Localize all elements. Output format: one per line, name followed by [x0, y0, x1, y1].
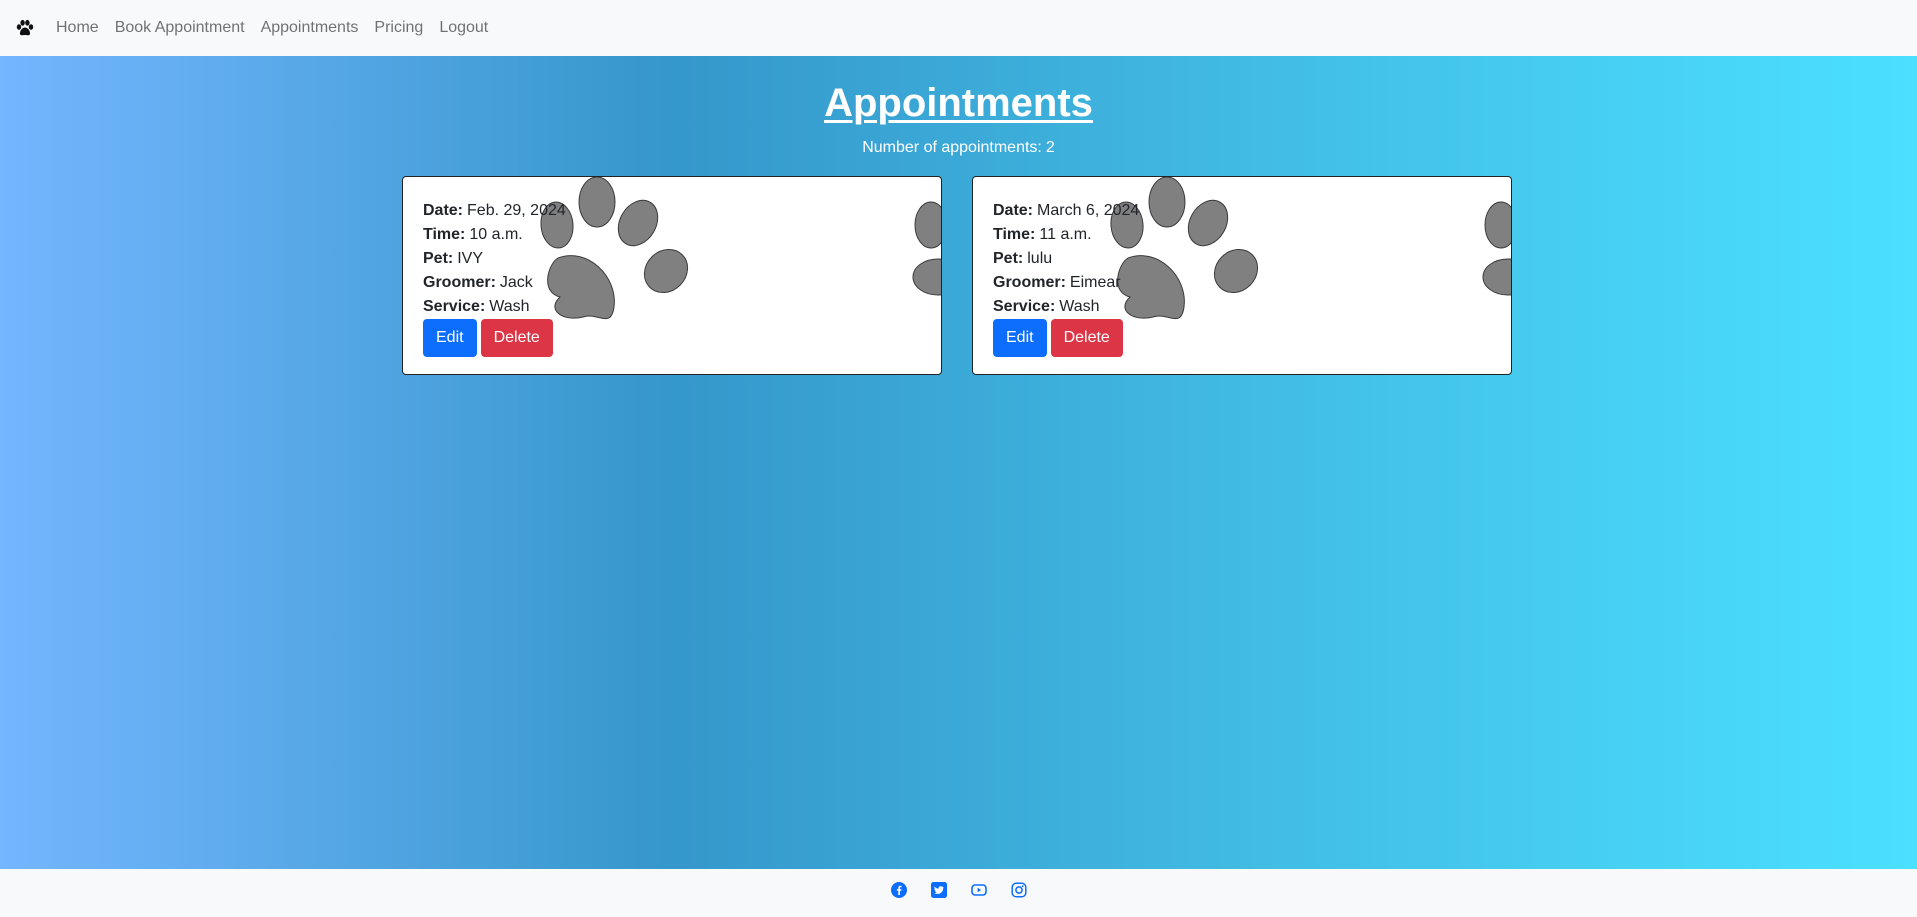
groomer-row: Groomer: Eimear	[993, 271, 1139, 295]
page-title: Appointments	[824, 81, 1093, 125]
groomer-label: Groomer:	[993, 274, 1066, 291]
groomer-value: Jack	[499, 274, 533, 291]
pet-row: Pet: IVY	[423, 247, 566, 271]
time-row: Time: 11 a.m.	[993, 223, 1139, 247]
service-label: Service:	[423, 298, 486, 315]
appointment-card: Date: March 6, 2024 Time: 11 a.m. Pet: lulu…	[972, 176, 1512, 375]
time-value: 11 a.m.	[1039, 226, 1092, 243]
date-value: Feb. 29, 2024	[467, 202, 566, 219]
delete-button[interactable]: Delete	[480, 319, 553, 357]
service-value: Wash	[489, 298, 530, 315]
date-label: Date:	[993, 202, 1034, 219]
appointment-details: Date: March 6, 2024 Time: 11 a.m. Pet: lulu…	[993, 199, 1139, 357]
pet-value: lulu	[1027, 250, 1053, 267]
nav-logout-link[interactable]: Logout	[439, 19, 488, 37]
facebook-icon[interactable]	[890, 881, 908, 899]
footer	[0, 869, 1917, 917]
main-content: Appointments Number of appointments: 2 Da…	[0, 56, 1917, 869]
nav-appointments-link[interactable]: Appointments	[261, 19, 359, 37]
card-actions: Edit Delete	[993, 319, 1139, 357]
date-row: Date: Feb. 29, 2024	[423, 199, 566, 223]
appointment-count-value: 2	[1045, 139, 1055, 156]
delete-button[interactable]: Delete	[1050, 319, 1123, 357]
pet-row: Pet: lulu	[993, 247, 1139, 271]
date-value: March 6, 2024	[1037, 202, 1140, 219]
nav-home-link[interactable]: Home	[56, 19, 99, 37]
time-value: 10 a.m.	[469, 226, 523, 243]
service-row: Service: Wash	[423, 295, 566, 319]
pet-label: Pet:	[423, 250, 454, 267]
navbar: Home Book Appointment Appointments Prici…	[0, 0, 1917, 56]
twitter-icon[interactable]	[930, 881, 948, 899]
edit-button[interactable]: Edit	[993, 319, 1047, 357]
instagram-icon[interactable]	[1010, 881, 1028, 899]
edit-button[interactable]: Edit	[423, 319, 477, 357]
card-actions: Edit Delete	[423, 319, 566, 357]
groomer-label: Groomer:	[423, 274, 496, 291]
appointment-count-label: Number of appointments:	[862, 139, 1042, 156]
pet-label: Pet:	[993, 250, 1024, 267]
appointment-count: Number of appointments: 2	[0, 139, 1917, 157]
time-label: Time:	[993, 226, 1036, 243]
youtube-icon[interactable]	[970, 881, 988, 899]
time-label: Time:	[423, 226, 466, 243]
nav-pricing-link[interactable]: Pricing	[374, 19, 423, 37]
service-value: Wash	[1059, 298, 1100, 315]
date-label: Date:	[423, 202, 464, 219]
groomer-row: Groomer: Jack	[423, 271, 566, 295]
service-label: Service:	[993, 298, 1056, 315]
appointment-card: Date: Feb. 29, 2024 Time: 10 a.m. Pet: IVY …	[402, 176, 942, 375]
appointment-details: Date: Feb. 29, 2024 Time: 10 a.m. Pet: IVY …	[423, 199, 566, 357]
date-row: Date: March 6, 2024	[993, 199, 1139, 223]
groomer-value: Eimear	[1069, 274, 1121, 291]
paw-icon[interactable]	[13, 16, 37, 40]
pet-value: IVY	[457, 250, 484, 267]
service-row: Service: Wash	[993, 295, 1139, 319]
time-row: Time: 10 a.m.	[423, 223, 566, 247]
nav-book-appointment-link[interactable]: Book Appointment	[115, 19, 245, 37]
